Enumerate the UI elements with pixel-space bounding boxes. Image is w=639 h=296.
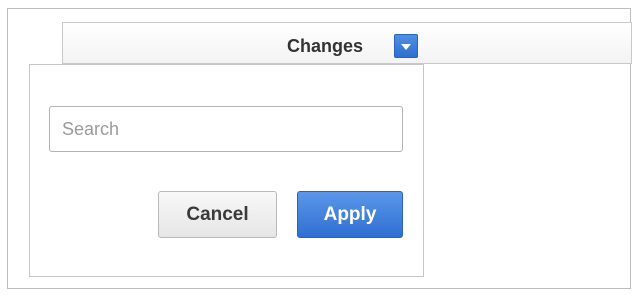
column-filter-toggle[interactable] [394, 34, 418, 58]
apply-button[interactable]: Apply [297, 191, 403, 238]
search-input[interactable] [49, 106, 403, 152]
cancel-button[interactable]: Cancel [158, 191, 277, 238]
filter-popup [29, 64, 424, 277]
chevron-down-icon [401, 44, 411, 50]
column-title: Changes [287, 36, 364, 56]
